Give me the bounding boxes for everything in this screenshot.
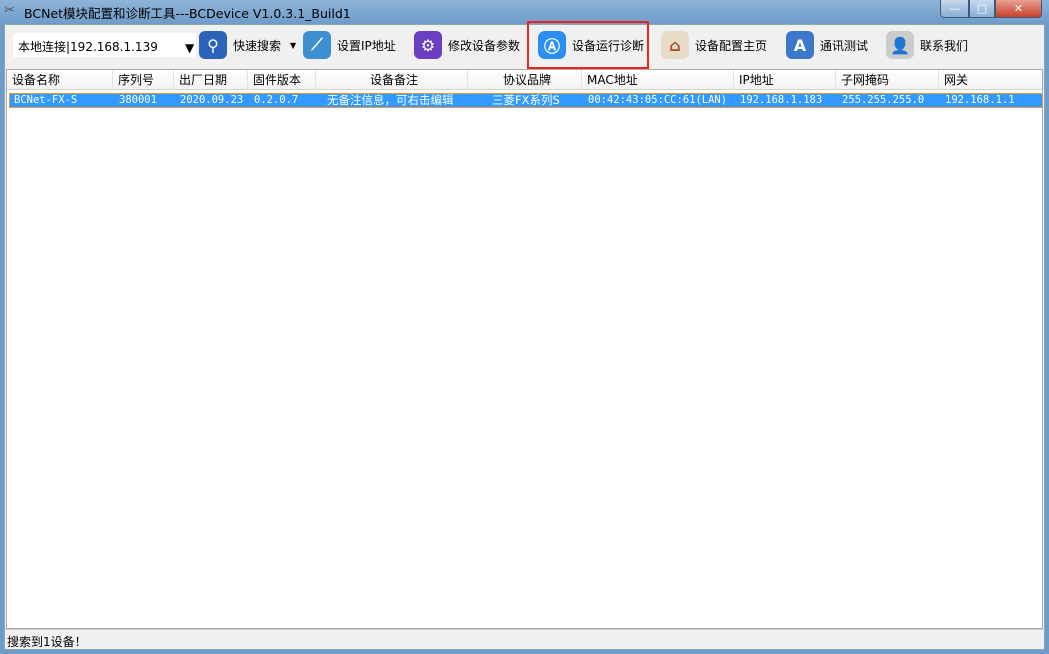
contacts-icon: 👤 bbox=[886, 31, 914, 59]
quick-search-button[interactable]: ⚲ 快速搜索 bbox=[199, 28, 281, 62]
cell-protocol: 三菱FX系列S bbox=[492, 94, 560, 107]
cell-ip: 192.168.1.183 bbox=[740, 94, 823, 106]
button-label: 设备运行诊断 bbox=[572, 38, 645, 53]
list-header: 设备名称 序列号 出厂日期 固件版本 设备备注 协议品牌 MAC地址 IP地址 … bbox=[7, 70, 1044, 90]
search-dropdown-icon[interactable]: ▼ bbox=[290, 41, 296, 50]
cell-device-name: BCNet-FX-S bbox=[14, 94, 78, 106]
column-header[interactable]: 序列号 bbox=[113, 70, 174, 90]
connection-select[interactable]: 本地连接|192.168.1.139 ▼ bbox=[13, 33, 196, 57]
contact-us-button[interactable]: 👤 联系我们 bbox=[886, 28, 968, 62]
column-header[interactable]: 子网掩码 bbox=[836, 70, 939, 90]
diagnostics-button[interactable]: Ⓐ 设备运行诊断 bbox=[538, 28, 644, 62]
column-header[interactable]: 网关 bbox=[939, 70, 1044, 90]
gear-icon: ⚙ bbox=[414, 31, 442, 59]
minimize-button[interactable]: — bbox=[940, 0, 969, 18]
modify-params-button[interactable]: ⚙ 修改设备参数 bbox=[414, 28, 520, 62]
config-home-button[interactable]: ⌂ 设备配置主页 bbox=[661, 28, 767, 62]
toolbar: 本地连接|192.168.1.139 ▼ ⚲ 快速搜索 ▼ ⟋ 设置IP地址 ⚙ 修改设… bbox=[5, 21, 1044, 69]
column-header[interactable]: 出厂日期 bbox=[174, 70, 248, 90]
column-header[interactable]: 固件版本 bbox=[248, 70, 316, 90]
column-header[interactable]: 设备名称 bbox=[7, 70, 113, 90]
column-header[interactable]: 协议品牌 bbox=[468, 70, 582, 90]
cell-date: 2020.09.23 bbox=[180, 94, 244, 106]
cell-mask: 255.255.255.0 bbox=[842, 94, 925, 106]
button-label: 修改设备参数 bbox=[448, 38, 521, 53]
chevron-down-icon: ▼ bbox=[185, 41, 195, 55]
maximize-button[interactable]: □ bbox=[969, 0, 995, 18]
cell-note: 无备注信息，可右击编辑 bbox=[327, 94, 454, 107]
column-header[interactable]: 设备备注 bbox=[316, 70, 468, 90]
app-store-icon: Ⓐ bbox=[538, 31, 566, 59]
app-store-tools-icon: A bbox=[786, 31, 814, 59]
window-title: BCNet模块配置和诊断工具---BCDevice V1.0.3.1_Build… bbox=[24, 6, 351, 21]
button-label: 快速搜索 bbox=[233, 38, 282, 53]
column-header[interactable]: MAC地址 bbox=[582, 70, 734, 90]
cell-firmware: 0.2.0.7 bbox=[254, 94, 299, 106]
house-icon: ⌂ bbox=[661, 31, 689, 59]
cell-serial: 380001 bbox=[119, 94, 157, 106]
button-label: 设备配置主页 bbox=[695, 38, 768, 53]
column-header[interactable]: IP地址 bbox=[734, 70, 836, 90]
search-icon: ⚲ bbox=[199, 31, 227, 59]
close-button[interactable]: ✕ bbox=[995, 0, 1042, 18]
device-list[interactable]: 设备名称 序列号 出厂日期 固件版本 设备备注 协议品牌 MAC地址 IP地址 … bbox=[6, 69, 1044, 629]
comm-test-button[interactable]: A 通讯测试 bbox=[786, 28, 868, 62]
table-row[interactable]: BCNet-FX-S 380001 2020.09.23 0.2.0.7 无备注… bbox=[9, 93, 1043, 108]
status-bar: 搜索到1设备！ ⋰ bbox=[5, 629, 1044, 649]
connection-value: 本地连接|192.168.1.139 bbox=[18, 40, 158, 54]
button-label: 联系我们 bbox=[920, 38, 969, 53]
button-label: 设置IP地址 bbox=[337, 38, 396, 53]
button-label: 通讯测试 bbox=[820, 38, 869, 53]
client-area: 本地连接|192.168.1.139 ▼ ⚲ 快速搜索 ▼ ⟋ 设置IP地址 ⚙ 修改设… bbox=[4, 21, 1045, 650]
title-bar: ✂ BCNet模块配置和诊断工具---BCDevice V1.0.3.1_Bui… bbox=[0, 0, 1049, 24]
tools-icon: ✂ bbox=[4, 3, 15, 18]
hammer-icon: ⟋ bbox=[303, 31, 331, 59]
set-ip-button[interactable]: ⟋ 设置IP地址 bbox=[303, 28, 396, 62]
cell-gateway: 192.168.1.1 bbox=[945, 94, 1015, 106]
cell-mac: 00:42:43:05:CC:61(LAN) bbox=[588, 94, 728, 106]
resize-grip-icon[interactable]: ⋰ bbox=[7, 633, 1042, 647]
